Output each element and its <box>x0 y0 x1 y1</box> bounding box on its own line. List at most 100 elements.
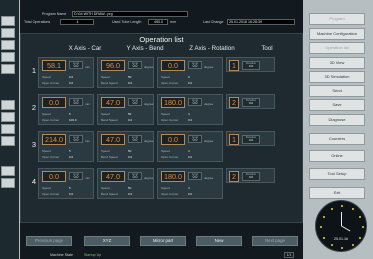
clock-tick <box>359 215 362 218</box>
page-indicator: 1/1 <box>284 252 294 258</box>
clock-hour-hand <box>341 225 351 232</box>
sidebar-item-diagnose[interactable]: Diagnose <box>309 114 365 126</box>
speed-label: Speed <box>161 75 170 79</box>
y-axis-cell[interactable]: 47.0 Limit 0.0 degree Speed 50 Bend Speed 0.0 <box>97 94 154 125</box>
unit-label: mm <box>85 176 90 180</box>
left-window-edge <box>0 0 19 259</box>
speed-value: 50 <box>128 186 132 190</box>
limit-value: 0.0 <box>192 138 198 143</box>
x-limit-field[interactable]: Limit 0.0 <box>69 135 83 143</box>
secondary-label: Open Corner <box>161 81 179 85</box>
tool-cell[interactable]: 1 Rotation 0.0 <box>226 131 275 146</box>
tool-number-field[interactable]: 1 <box>229 134 239 145</box>
x-value-field[interactable]: 58.1 <box>42 60 66 71</box>
clock-tick <box>341 247 343 249</box>
tool-rotation-field[interactable]: Rotation 0.0 <box>242 135 260 144</box>
sidebar-item-operation-list[interactable]: Operation list <box>309 42 365 54</box>
speed-value: 50 <box>128 149 132 153</box>
tool-rotation-field[interactable]: Rotation 0.0 <box>242 172 260 181</box>
y-value-field[interactable]: 47.0 <box>101 134 125 145</box>
z-limit-field[interactable]: Limit 0.0 <box>188 135 202 143</box>
length-unit: mm <box>170 20 176 24</box>
z-value-field[interactable]: 180.0 <box>161 171 185 182</box>
speed-value: 0 <box>188 75 190 79</box>
x-value-field[interactable]: 0.0 <box>42 97 66 108</box>
x-value-field[interactable]: 214.0 <box>42 134 66 145</box>
y-axis-cell[interactable]: 47.0 Limit 0.0 degree Speed 50 Bend Speed 0.0 <box>97 168 154 199</box>
speed-label: Speed <box>42 75 51 79</box>
x-limit-field[interactable]: Limit 0.0 <box>69 98 83 106</box>
secondary-label: Bend Speed <box>101 81 118 85</box>
tool-cell[interactable]: 2 Rotation 0.0 <box>226 168 275 183</box>
sidebar-item-machine-configuration[interactable]: Machine Configuration <box>309 28 365 40</box>
secondary-label: Bend Speed <box>101 118 118 122</box>
x-axis-cell[interactable]: 0.0 Limit 0.0 mm Speed 5 Open Corner 100.0 <box>38 94 94 125</box>
y-value-field[interactable]: 47.0 <box>101 171 125 182</box>
y-value-field[interactable]: 96.0 <box>101 60 125 71</box>
clock-tick <box>330 207 333 210</box>
left-strip <box>1 28 15 38</box>
program-name-field[interactable]: D:\04 WITH DRAW...prg <box>72 11 188 17</box>
sidebar-item-send[interactable]: Send <box>309 85 365 97</box>
secondary-label: Open Corner <box>161 118 179 122</box>
sidebar-item-counters[interactable]: Counters <box>309 133 365 145</box>
tool-cell[interactable]: 1 Rotation 0.0 <box>226 57 275 72</box>
left-strip <box>1 100 15 110</box>
sidebar-item-3d-view[interactable]: 3D View <box>309 57 365 69</box>
sidebar-item-exit[interactable]: Exit <box>309 187 365 199</box>
secondary-label: Bend Speed <box>101 155 118 159</box>
tool-cell[interactable]: 2 Rotation 0.0 <box>226 94 275 109</box>
sidebar-item-online[interactable]: Online <box>309 150 365 162</box>
z-limit-field[interactable]: Limit 0.0 <box>188 61 202 69</box>
y-limit-field[interactable]: Limit 0.0 <box>128 172 142 180</box>
mirror-part-button[interactable]: Mirror part <box>140 236 186 246</box>
sidebar-item-save[interactable]: Save <box>309 99 365 111</box>
column-header-z: Z Axis - Rotation <box>189 45 235 52</box>
machine-state-label: Machine State <box>50 253 73 257</box>
z-limit-field[interactable]: Limit 0.0 <box>188 172 202 180</box>
secondary-value: 0.0 <box>188 192 193 196</box>
previous-page-button[interactable]: Previous page <box>26 236 72 246</box>
z-axis-cell[interactable]: 180.0 Limit 0.0 degree Speed 4 Open Corner 0.0 <box>157 168 223 199</box>
limit-value: 0.0 <box>73 138 79 143</box>
z-value-field[interactable]: 0.0 <box>161 60 185 71</box>
tool-number-field[interactable]: 2 <box>229 97 239 108</box>
z-axis-cell[interactable]: 0.0 Limit 0.0 degree Speed 0 Open Corner 0.0 <box>157 57 223 88</box>
speed-label: Speed <box>161 112 170 116</box>
y-limit-field[interactable]: Limit 0.0 <box>128 98 142 106</box>
new-button[interactable]: New <box>196 236 242 246</box>
x-value-field[interactable]: 0.0 <box>42 171 66 182</box>
tool-rotation-field[interactable]: Rotation 0.0 <box>242 98 260 107</box>
y-limit-field[interactable]: Limit 0.0 <box>128 61 142 69</box>
y-value-field[interactable]: 47.0 <box>101 97 125 108</box>
speed-value: 5 <box>69 149 71 153</box>
z-limit-field[interactable]: Limit 0.0 <box>188 98 202 106</box>
x-limit-field[interactable]: Limit 0.0 <box>69 172 83 180</box>
x-axis-cell[interactable]: 214.0 Limit 0.0 mm Speed 5 Open Corner 0.0 <box>38 131 94 162</box>
y-limit-field[interactable]: Limit 0.0 <box>128 135 142 143</box>
z-axis-cell[interactable]: 0.0 Limit 0.0 degree Speed 4 Open Corner 0.0 <box>157 131 223 162</box>
z-value-field[interactable]: 0.0 <box>161 134 185 145</box>
tool-number-field[interactable]: 2 <box>229 171 239 182</box>
y-axis-cell[interactable]: 47.0 Limit 0.0 degree Speed 50 Bend Speed 0.0 <box>97 131 154 162</box>
x-axis-cell[interactable]: 58.1 Limit 0.0 mm Speed 0.0 Open Corner 0.0 <box>38 57 94 88</box>
program-info: Program Name D:\04 WITH DRAW...prg Total… <box>20 8 303 32</box>
z-value-field[interactable]: 180.0 <box>161 97 185 108</box>
secondary-label: Open Corner <box>161 192 179 196</box>
xyz-button[interactable]: XYZ <box>84 236 130 246</box>
z-axis-cell[interactable]: 180.0 Limit 0.0 degree Speed 4 Open Corner 0.0 <box>157 94 223 125</box>
x-limit-field[interactable]: Limit 0.0 <box>69 61 83 69</box>
x-axis-cell[interactable]: 0.0 Limit 0.0 mm Speed 5 Open Corner 0.0 <box>38 168 94 199</box>
clock-tick <box>322 236 325 239</box>
tool-number-field[interactable]: 1 <box>229 60 239 71</box>
left-strip <box>1 124 15 134</box>
next-page-button[interactable]: Next page <box>252 236 298 246</box>
limit-value: 0.0 <box>132 101 138 106</box>
sidebar-item-program[interactable]: Program <box>309 13 365 25</box>
clock-minute-hand <box>341 212 342 226</box>
sidebar-item-3d-simulation[interactable]: 3D Simulation <box>309 71 365 83</box>
tool-rotation-field[interactable]: Rotation 0.0 <box>242 61 260 70</box>
secondary-value: 0.0 <box>188 118 193 122</box>
y-axis-cell[interactable]: 96.0 Limit 0.0 degree Speed 50 Bend Speed 0.0 <box>97 57 154 88</box>
sidebar-item-tool-setup[interactable]: Tool Setup <box>309 168 365 180</box>
